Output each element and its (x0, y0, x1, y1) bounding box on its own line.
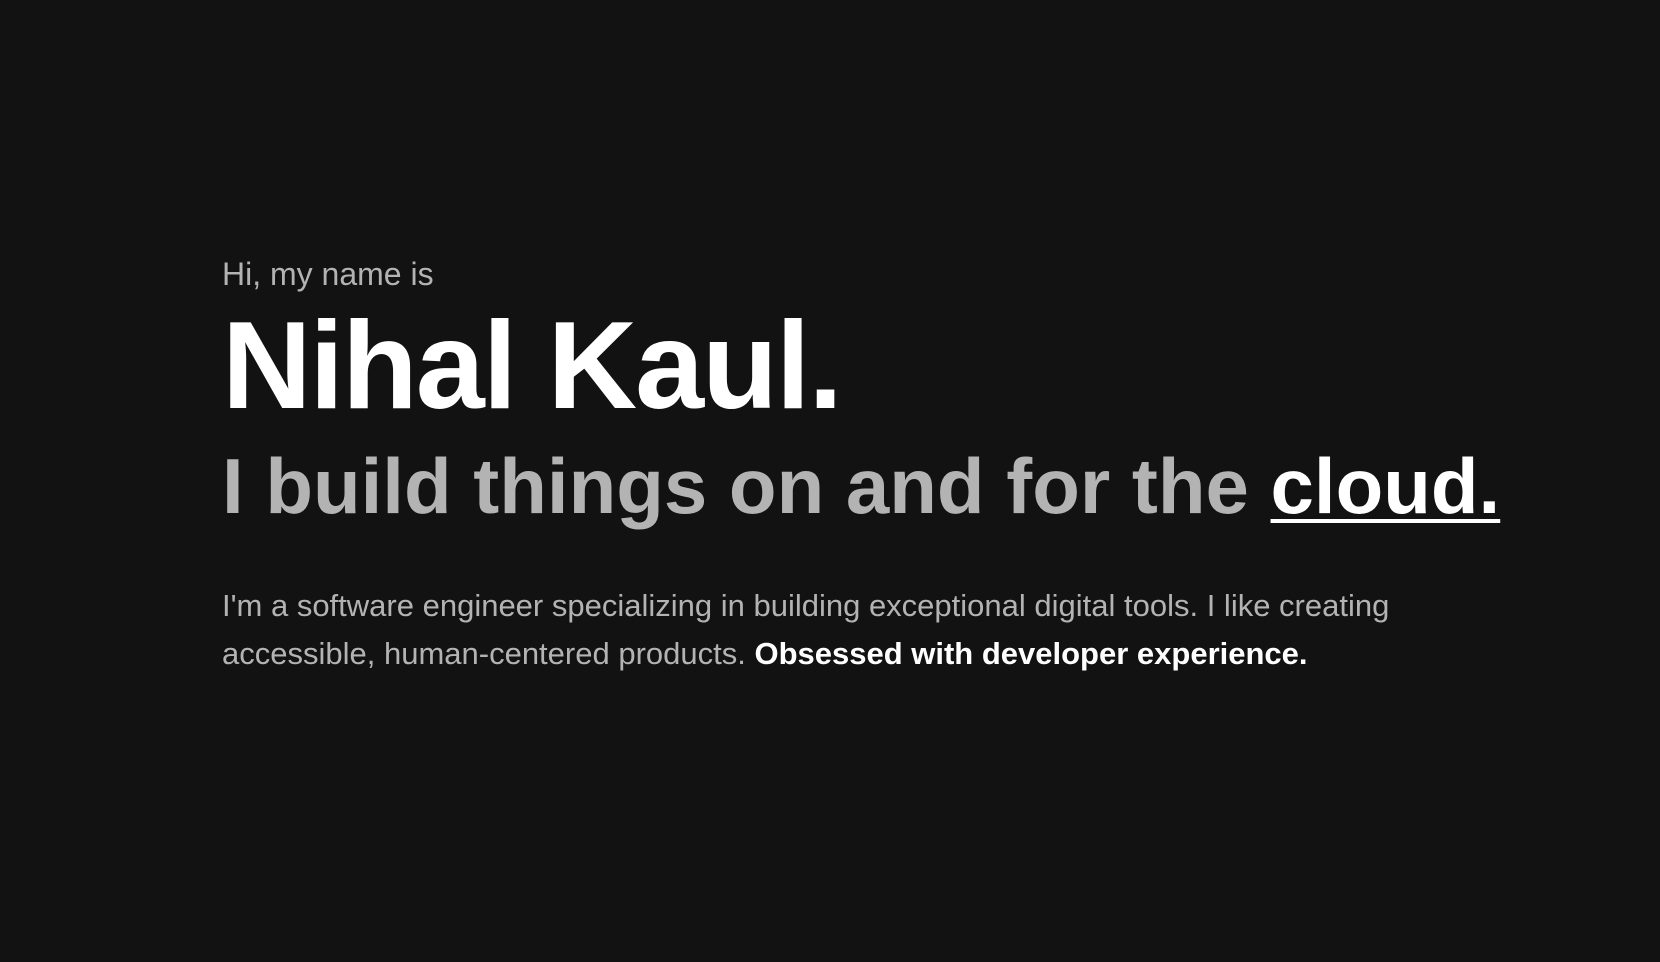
name-heading: Nihal Kaul. (222, 297, 843, 435)
hero-section: Hi, my name is Nihal Kaul. I build thing… (222, 252, 1502, 678)
tagline: I build things on and for the cloud. (222, 436, 1502, 536)
bio-paragraph: I'm a software engineer specializing in … (222, 582, 1492, 678)
bio-emphasis: Obsessed with developer experience. (754, 636, 1308, 671)
tagline-prefix: I build things on and for the (222, 442, 1271, 530)
cloud-link[interactable]: cloud. (1271, 442, 1501, 530)
greeting-text: Hi, my name is (222, 256, 434, 292)
